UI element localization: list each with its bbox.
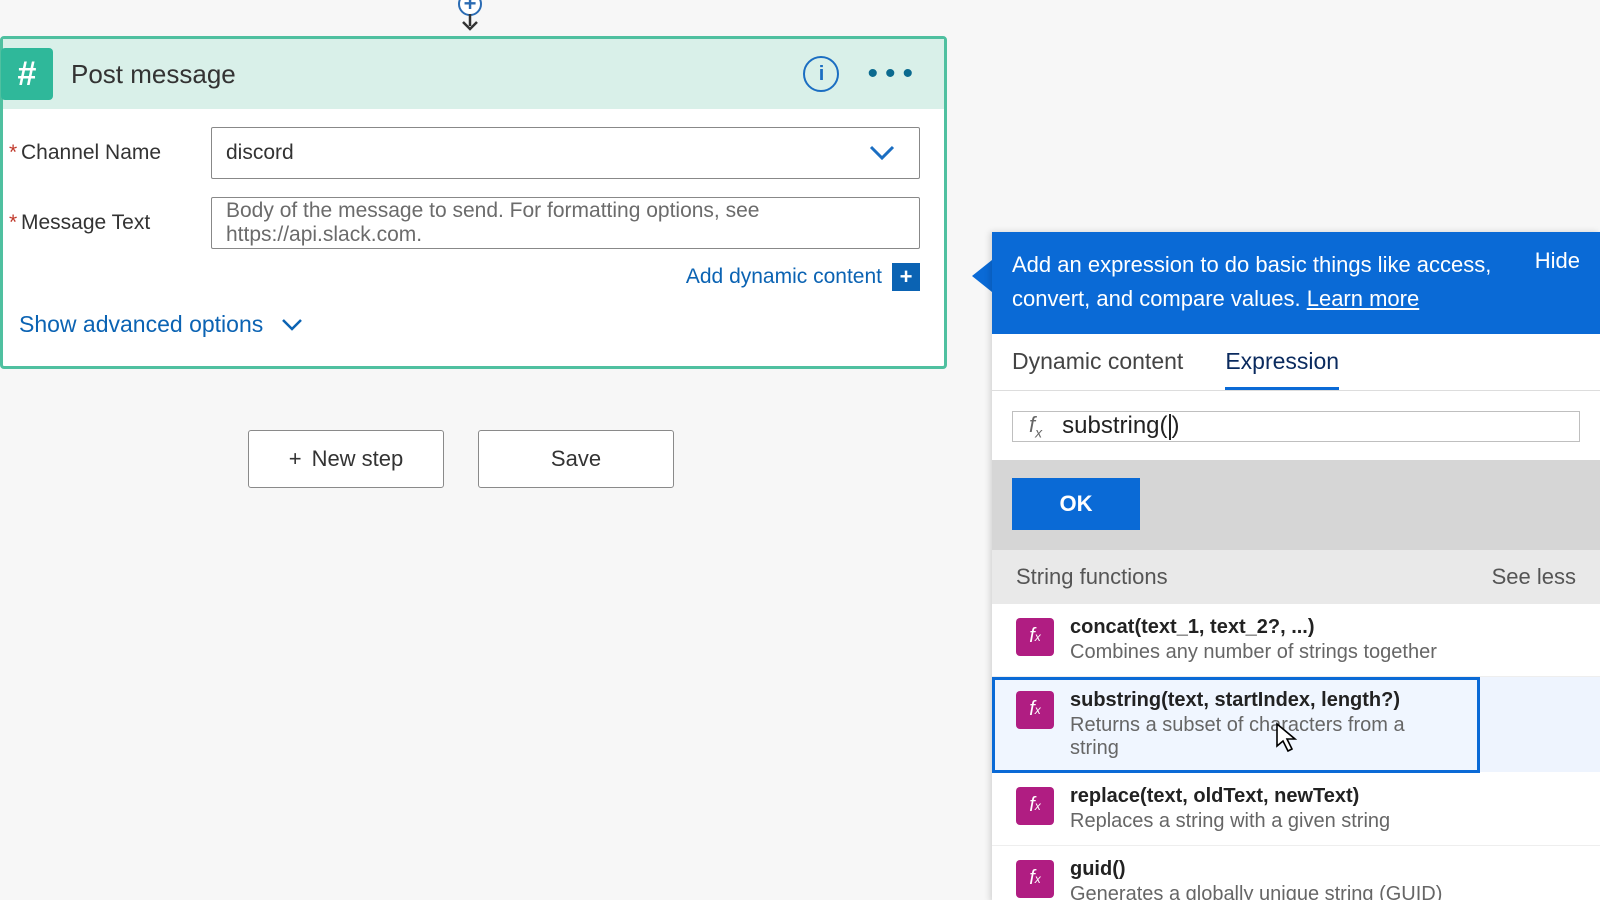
add-dynamic-content-plus-icon[interactable]: + — [892, 263, 920, 291]
message-text-input[interactable]: Body of the message to send. For formatt… — [211, 197, 920, 249]
add-dynamic-content-link[interactable]: Add dynamic content — [686, 265, 882, 289]
function-description: Replaces a string with a given string — [1070, 810, 1390, 833]
label-channel-name: * Channel Name — [11, 141, 211, 165]
category-title: String functions — [1016, 564, 1168, 590]
panel-intro-text: Add an expression to do basic things lik… — [1012, 248, 1511, 316]
row-channel-name: * Channel Name discord — [11, 127, 920, 179]
plus-icon: + — [289, 446, 302, 472]
ok-button[interactable]: OK — [1012, 478, 1140, 530]
function-signature: replace(text, oldText, newText) — [1070, 785, 1390, 808]
card-title: Post message — [71, 59, 803, 90]
mouse-cursor-icon — [1275, 722, 1301, 754]
category-toggle-link[interactable]: See less — [1492, 564, 1576, 590]
function-description: Combines any number of strings together — [1070, 641, 1437, 664]
add-dynamic-content-row: Add dynamic content + — [11, 263, 920, 291]
expression-ok-bar: OK — [992, 460, 1600, 550]
label-message-text: * Message Text — [11, 211, 211, 235]
action-card-post-message: # Post message i ••• * Channel Name disc… — [0, 36, 947, 369]
channel-name-select[interactable]: discord — [211, 127, 920, 179]
show-advanced-options-link[interactable]: Show advanced options — [11, 309, 920, 342]
category-string-functions[interactable]: String functions See less — [992, 550, 1600, 604]
tab-expression[interactable]: Expression — [1225, 348, 1339, 390]
function-description: Generates a globally unique string (GUID… — [1070, 883, 1442, 900]
required-asterisk: * — [9, 141, 17, 165]
dynamic-content-panel: Add an expression to do basic things lik… — [992, 232, 1600, 900]
more-menu-icon[interactable]: ••• — [867, 59, 920, 89]
function-item[interactable]: fx guid() Generates a globally unique stri… — [992, 846, 1600, 900]
text-caret — [1169, 414, 1171, 440]
fx-icon: fx — [1029, 412, 1042, 440]
flow-connector: + — [455, 0, 485, 32]
chevron-down-icon — [869, 145, 895, 161]
designer-footer-buttons: + New step Save — [248, 430, 674, 488]
hide-panel-link[interactable]: Hide — [1535, 248, 1580, 274]
expression-value: substring() — [1062, 412, 1179, 440]
channel-name-value: discord — [226, 141, 294, 165]
chevron-down-icon — [281, 318, 303, 332]
card-header[interactable]: # Post message i ••• — [3, 39, 944, 109]
function-item[interactable]: fx concat(text_1, text_2?, ...)Combines a… — [992, 604, 1600, 677]
function-item[interactable]: fx substring(text, startIndex, length?)Re… — [992, 677, 1480, 773]
expression-input[interactable]: fx substring() — [1012, 411, 1580, 441]
learn-more-link[interactable]: Learn more — [1307, 286, 1420, 311]
fx-badge-icon: fx — [1016, 787, 1054, 825]
fx-badge-icon: fx — [1016, 618, 1054, 656]
required-asterisk: * — [9, 211, 17, 235]
arrow-down-icon — [459, 14, 481, 32]
tab-dynamic-content[interactable]: Dynamic content — [1012, 348, 1183, 390]
function-item[interactable]: fx replace(text, oldText, newText)Replace… — [992, 773, 1600, 846]
fx-badge-icon: fx — [1016, 860, 1054, 898]
function-signature: guid() — [1070, 858, 1442, 881]
function-signature: substring(text, startIndex, length?) — [1070, 689, 1456, 712]
panel-pointer — [972, 260, 992, 292]
function-description: Returns a subset of characters from a st… — [1070, 714, 1456, 760]
fx-badge-icon: fx — [1016, 691, 1054, 729]
save-button[interactable]: Save — [478, 430, 674, 488]
panel-header: Add an expression to do basic things lik… — [992, 232, 1600, 334]
panel-tabs: Dynamic content Expression — [992, 334, 1600, 391]
row-message-text: * Message Text Body of the message to se… — [11, 197, 920, 249]
card-body: * Channel Name discord * Message Text Bo… — [3, 109, 944, 366]
message-text-placeholder: Body of the message to send. For formatt… — [226, 199, 905, 247]
info-icon[interactable]: i — [803, 56, 839, 92]
function-signature: concat(text_1, text_2?, ...) — [1070, 616, 1437, 639]
slack-connector-icon: # — [1, 48, 53, 100]
new-step-button[interactable]: + New step — [248, 430, 444, 488]
